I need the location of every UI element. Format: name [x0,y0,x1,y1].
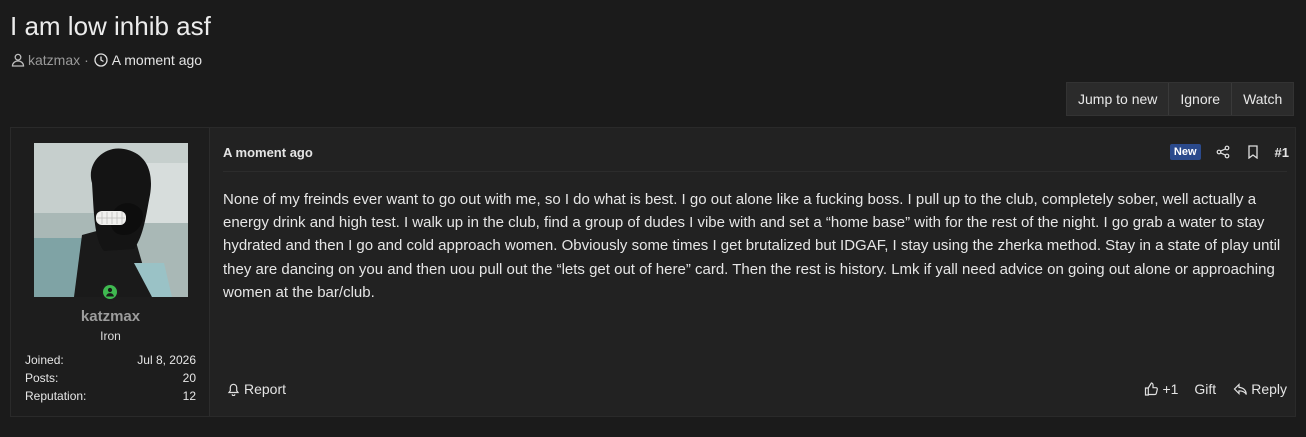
post-date-link[interactable]: A moment ago [223,145,313,160]
stat-label: Reputation: [25,389,87,403]
stat-joined: Joined: Jul 8, 2026 [25,351,196,369]
stat-value: 20 [182,371,196,385]
thread-actions: Jump to new Ignore Watch [1066,82,1295,116]
stat-label: Posts: [25,371,59,385]
meta-separator: · [84,52,89,68]
report-label: Report [244,381,287,397]
poster-stats: Joined: Jul 8, 2026 Posts: 20 Reputation… [25,351,196,405]
post-number-link[interactable]: #1 [1275,145,1289,160]
like-button[interactable]: +1 [1143,381,1178,397]
poster-username[interactable]: katzmax [11,308,210,325]
bell-icon [225,381,241,397]
watch-button[interactable]: Watch [1231,83,1293,115]
ignore-button[interactable]: Ignore [1168,83,1231,115]
post-header-divider [223,171,1287,172]
bookmark-icon[interactable] [1245,144,1261,160]
post-body: None of my freinds ever want to go out w… [223,191,1281,301]
user-panel: katzmax Iron Joined: Jul 8, 2026 Posts: … [11,128,210,416]
post-1: katzmax Iron Joined: Jul 8, 2026 Posts: … [10,127,1296,417]
reply-button[interactable]: Reply [1232,381,1287,397]
thread-author-link[interactable]: katzmax [28,52,80,68]
post-footer: Report +1 Gift Reply [223,380,1287,400]
new-badge: New [1169,144,1201,160]
share-icon[interactable] [1215,144,1231,160]
reply-label: Reply [1251,381,1287,397]
clock-icon [93,52,109,68]
thumbs-up-icon [1143,381,1159,397]
jump-to-new-button[interactable]: Jump to new [1067,83,1168,115]
post-header: A moment ago New #1 [223,144,1289,164]
avatar[interactable] [34,143,188,297]
stat-value: Jul 8, 2026 [137,353,196,367]
thread-title: I am low inhib asf [10,11,211,41]
online-status-icon [101,283,119,301]
like-count: +1 [1162,381,1179,397]
gift-button[interactable]: Gift [1194,381,1216,397]
stat-posts: Posts: 20 [25,369,196,387]
report-button[interactable]: Report [225,381,286,397]
stat-value: 12 [182,389,196,403]
stat-reputation: Reputation: 12 [25,387,196,405]
stat-label: Joined: [25,353,64,367]
poster-title: Iron [100,329,121,343]
reply-icon [1232,381,1248,397]
user-icon [10,52,26,68]
thread-time-link[interactable]: A moment ago [112,52,202,68]
thread-meta: katzmax · A moment ago [10,52,202,68]
